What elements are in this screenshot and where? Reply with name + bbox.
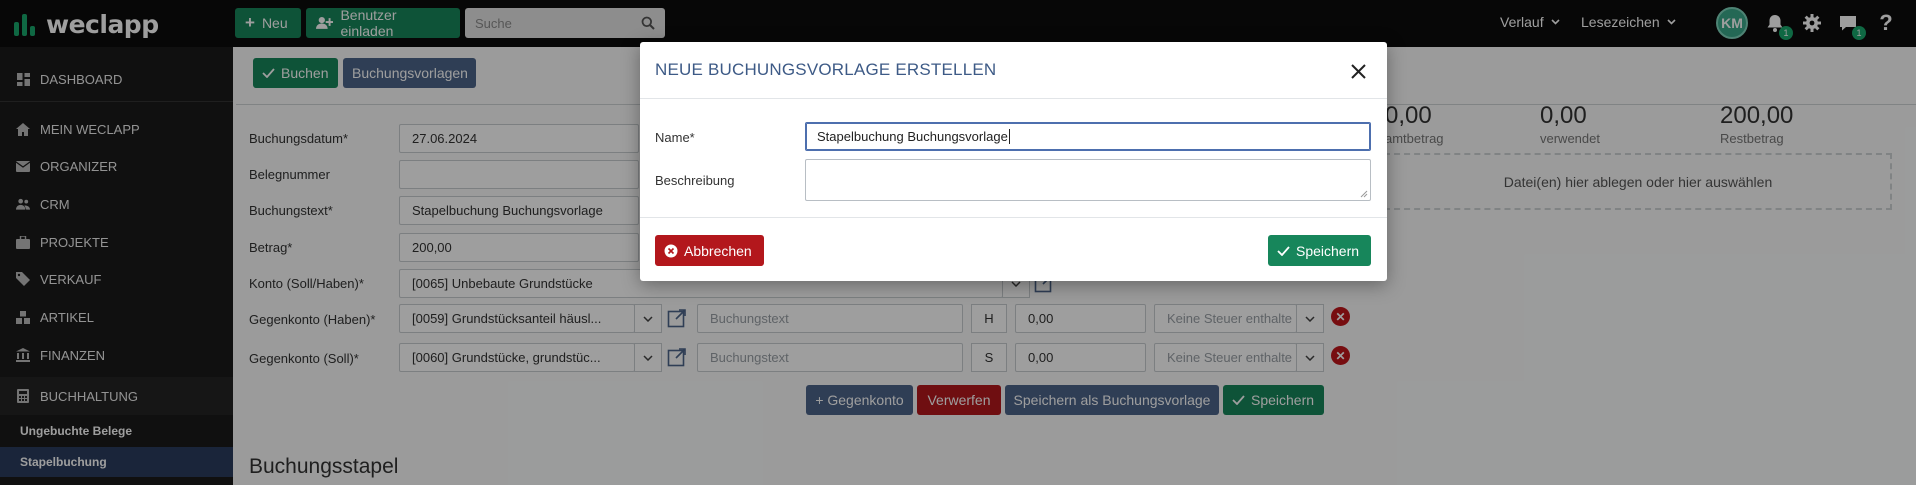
modal-title: NEUE BUCHUNGSVORLAGE ERSTELLEN	[655, 60, 997, 79]
modal-save-button[interactable]: Speichern	[1268, 235, 1371, 266]
description-textarea[interactable]	[805, 159, 1371, 201]
name-input-value: Stapelbuchung Buchungsvorlage	[817, 129, 1008, 144]
modal-footer-divider	[640, 217, 1387, 218]
text-cursor	[1008, 129, 1010, 144]
resize-handle-icon[interactable]	[1360, 190, 1368, 198]
cancel-button-label: Abbrechen	[684, 242, 752, 259]
create-template-modal: NEUE BUCHUNGSVORLAGE ERSTELLEN Name* Sta…	[640, 42, 1387, 281]
name-label: Name*	[655, 130, 695, 145]
modal-save-label: Speichern	[1296, 242, 1360, 259]
cancel-circle-icon	[664, 244, 678, 257]
description-label: Beschreibung	[655, 173, 735, 188]
modal-header-divider	[640, 98, 1387, 99]
name-input[interactable]: Stapelbuchung Buchungsvorlage	[805, 122, 1371, 151]
close-button[interactable]	[1347, 60, 1369, 82]
close-icon	[1350, 63, 1366, 79]
check-icon	[1277, 245, 1290, 256]
cancel-button[interactable]: Abbrechen	[655, 235, 764, 266]
